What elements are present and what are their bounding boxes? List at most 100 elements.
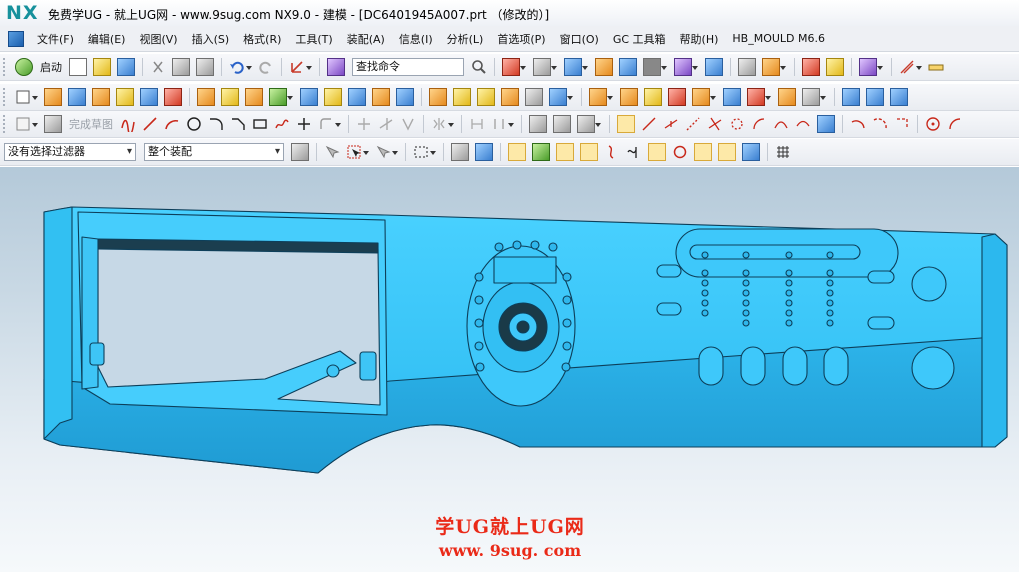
ruler-icon[interactable] [928,59,944,75]
cursor-select-icon[interactable] [346,144,369,160]
fillet-icon[interactable] [208,116,224,132]
shell-icon[interactable] [372,88,390,106]
replace-face-icon[interactable] [525,88,543,106]
grid-icon[interactable] [775,144,791,160]
box-select-icon[interactable] [413,144,436,160]
undo-icon[interactable] [229,59,252,75]
selection-filter-select[interactable]: 没有选择过滤器 [4,143,136,161]
quick-trim-icon[interactable] [356,116,372,132]
hole-icon[interactable] [92,88,110,106]
menu-edit[interactable]: 编辑(E) [81,31,133,47]
studio-spline-icon[interactable] [274,116,290,132]
fit-view-icon[interactable] [705,58,723,76]
background-icon[interactable] [619,58,637,76]
mirror-curve-icon[interactable] [431,116,454,132]
edit-object-display-icon[interactable] [802,58,820,76]
search-icon[interactable] [471,59,487,75]
quadrant-point-icon[interactable] [947,116,963,132]
thicken-icon[interactable] [477,88,495,106]
detail-feature-icon[interactable] [802,88,826,106]
constraint-icon[interactable] [491,116,514,132]
arc-icon[interactable] [164,116,180,132]
chamfer-icon[interactable] [324,88,342,106]
start-menu-button[interactable]: 启动 [40,59,62,75]
assembly-scope-select[interactable]: 整个装配 [144,143,284,161]
chamfer-sketch-icon[interactable] [230,116,246,132]
bounded-grid-snap-icon[interactable] [894,116,910,132]
menu-view[interactable]: 视图(V) [132,31,184,47]
wcs-axis-icon[interactable] [289,59,312,75]
finish-sketch-icon[interactable] [44,115,62,133]
quadrant-toggle-icon[interactable] [672,144,688,160]
swept-surface-icon[interactable] [866,88,884,106]
menu-file[interactable]: 文件(F) [30,31,81,47]
toolbar-grip[interactable] [3,58,8,76]
move-face-icon[interactable] [589,88,613,106]
point-on-face-toggle-icon[interactable] [742,143,760,161]
circle-icon[interactable] [186,116,202,132]
copy-icon[interactable] [172,58,190,76]
intersection-toggle-icon[interactable] [626,144,642,160]
dimension-icon[interactable] [469,116,485,132]
menu-preferences[interactable]: 首选项(P) [490,31,552,47]
profile-icon[interactable] [120,116,136,132]
offset-curve-icon[interactable] [318,116,341,132]
menu-window[interactable]: 窗口(O) [553,31,606,47]
tangent-snap-icon[interactable] [872,116,888,132]
boss-icon[interactable] [116,88,134,106]
trim-body-icon[interactable] [429,88,447,106]
graphics-window[interactable]: 学UG就上UG网 www. 9sug. com [0,167,1019,572]
unite-icon[interactable] [245,88,263,106]
arc-center-icon[interactable] [925,116,941,132]
app-menu-icon[interactable] [8,30,24,47]
measure-distance-icon[interactable] [899,59,922,75]
menu-tools[interactable]: 工具(T) [288,31,339,47]
midpoint-snap-icon[interactable] [663,116,679,132]
point-on-curve-toggle-icon[interactable] [718,143,736,161]
offset-region-icon[interactable] [692,88,716,106]
pull-face-icon[interactable] [644,88,662,106]
pattern-feature-icon[interactable] [221,88,239,106]
menu-assemblies[interactable]: 装配(A) [340,31,392,47]
rectangle-icon[interactable] [252,116,268,132]
quadrant-snap-icon[interactable] [751,116,767,132]
menu-hb-mould[interactable]: HB_MOULD M6.6 [725,32,832,45]
revolve-icon[interactable] [68,88,86,106]
finish-sketch-button[interactable]: 完成草图 [69,116,113,132]
layer-settings-icon[interactable] [738,58,756,76]
section-view-icon[interactable] [595,58,613,76]
edge-blend-icon[interactable] [300,88,318,106]
layout-icon[interactable] [502,58,526,76]
midpoint-toggle-icon[interactable] [580,143,598,161]
toolbar-grip[interactable] [3,88,8,106]
sew-icon[interactable] [501,88,519,106]
sketch-icon[interactable] [15,89,38,105]
pattern-face-icon[interactable] [747,88,771,106]
select-bodies-icon[interactable] [451,143,469,161]
mirror-face-icon[interactable] [778,88,796,106]
paste-icon[interactable] [196,58,214,76]
offset-face-icon[interactable] [396,88,414,106]
arc-center-snap-icon[interactable] [729,116,745,132]
pad-icon[interactable] [164,88,182,106]
show-hide-icon[interactable] [826,58,844,76]
menu-information[interactable]: 信息(I) [392,31,440,47]
render-style-icon[interactable] [533,58,557,76]
command-search-input[interactable]: 查找命令 [352,58,464,76]
show-constraints-icon[interactable] [529,115,547,133]
start-icon[interactable] [15,58,33,76]
analysis-icon[interactable] [859,58,883,76]
line-icon[interactable] [142,116,158,132]
snap-settings-icon[interactable] [532,143,550,161]
studio-surface-icon[interactable] [890,88,908,106]
point-icon[interactable] [296,116,312,132]
relations-browser-icon[interactable] [553,115,571,133]
arc-snap-icon[interactable] [850,116,866,132]
save-icon[interactable] [117,58,135,76]
rib-icon[interactable] [197,88,215,106]
menu-gc-toolkit[interactable]: GC 工具箱 [606,31,673,47]
through-curves-icon[interactable] [842,88,860,106]
endpoint-snap-icon[interactable] [641,116,657,132]
existing-point-snap-icon[interactable] [817,115,835,133]
command-finder-icon[interactable] [327,58,345,76]
